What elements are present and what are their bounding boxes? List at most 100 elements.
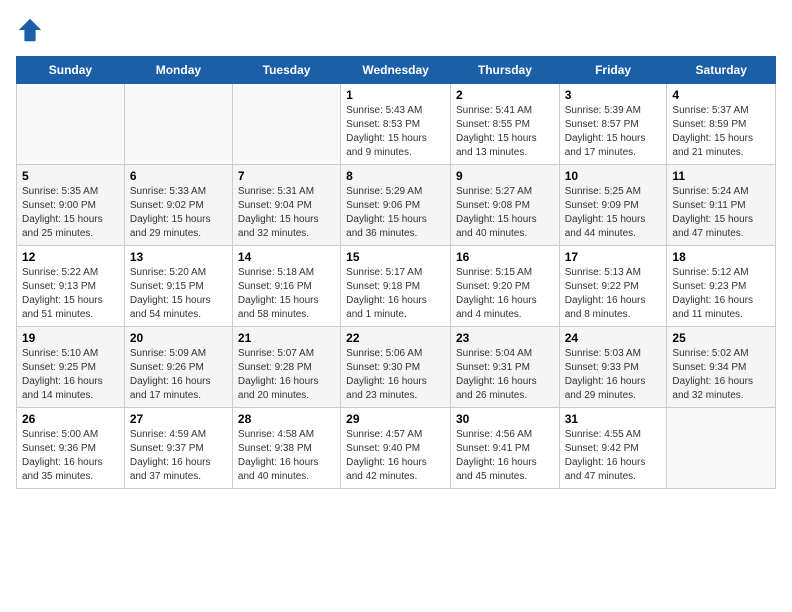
day-info: Sunrise: 5:04 AM Sunset: 9:31 PM Dayligh… — [456, 347, 554, 403]
calendar-cell: 4 Sunrise: 5:37 AM Sunset: 8:59 PM Daylig… — [667, 84, 776, 165]
day-number: 11 — [672, 169, 770, 183]
calendar-cell: 3 Sunrise: 5:39 AM Sunset: 8:57 PM Daylig… — [559, 84, 667, 165]
day-info: Sunrise: 5:09 AM Sunset: 9:26 PM Dayligh… — [130, 347, 227, 403]
day-number: 29 — [346, 412, 445, 426]
day-info: Sunrise: 5:18 AM Sunset: 9:16 PM Dayligh… — [238, 266, 335, 322]
day-number: 15 — [346, 250, 445, 264]
calendar-cell: 21Sunrise: 5:07 AM Sunset: 9:28 PM Dayli… — [232, 327, 340, 408]
day-number: 31 — [565, 412, 662, 426]
day-info: Sunrise: 5:00 AM Sunset: 9:36 PM Dayligh… — [22, 428, 119, 484]
week-row-2: 5Sunrise: 5:35 AM Sunset: 9:00 PM Daylig… — [17, 165, 776, 246]
day-info: Sunrise: 5:33 AM Sunset: 9:02 PM Dayligh… — [130, 185, 227, 241]
calendar-cell: 20 Sunrise: 5:09 AM Sunset: 9:26 PM Dayli… — [124, 327, 232, 408]
day-number: 24 — [565, 331, 662, 345]
header-day-friday: Friday — [559, 57, 667, 84]
day-info: Sunrise: 5:13 AM Sunset: 9:22 PM Dayligh… — [565, 266, 662, 322]
day-info: Sunrise: 5:15 AM Sunset: 9:20 PM Dayligh… — [456, 266, 554, 322]
calendar-cell: 15Sunrise: 5:17 AM Sunset: 9:18 PM Dayli… — [341, 246, 451, 327]
day-number: 22 — [346, 331, 445, 345]
day-info: Sunrise: 5:22 AM Sunset: 9:13 PM Dayligh… — [22, 266, 119, 322]
day-number: 13 — [130, 250, 227, 264]
calendar-cell: 26Sunrise: 5:00 AM Sunset: 9:36 PM Dayli… — [17, 408, 125, 489]
calendar-cell: 9 Sunrise: 5:27 AM Sunset: 9:08 PM Daylig… — [450, 165, 559, 246]
calendar-cell: 11 Sunrise: 5:24 AM Sunset: 9:11 PM Dayli… — [667, 165, 776, 246]
header-day-wednesday: Wednesday — [341, 57, 451, 84]
day-number: 20 — [130, 331, 227, 345]
calendar-cell: 18 Sunrise: 5:12 AM Sunset: 9:23 PM Dayli… — [667, 246, 776, 327]
header-day-monday: Monday — [124, 57, 232, 84]
day-info: Sunrise: 5:20 AM Sunset: 9:15 PM Dayligh… — [130, 266, 227, 322]
calendar-cell: 31 Sunrise: 4:55 AM Sunset: 9:42 PM Dayli… — [559, 408, 667, 489]
calendar-cell: 27 Sunrise: 4:59 AM Sunset: 9:37 PM Dayli… — [124, 408, 232, 489]
calendar-cell: 5Sunrise: 5:35 AM Sunset: 9:00 PM Daylig… — [17, 165, 125, 246]
calendar-cell: 10 Sunrise: 5:25 AM Sunset: 9:09 PM Dayli… — [559, 165, 667, 246]
calendar-cell — [17, 84, 125, 165]
day-number: 6 — [130, 169, 227, 183]
calendar-body: 1 Sunrise: 5:43 AM Sunset: 8:53 PM Daylig… — [17, 84, 776, 489]
day-number: 2 — [456, 88, 554, 102]
calendar-cell: 12Sunrise: 5:22 AM Sunset: 9:13 PM Dayli… — [17, 246, 125, 327]
day-number: 14 — [238, 250, 335, 264]
day-info: Sunrise: 5:10 AM Sunset: 9:25 PM Dayligh… — [22, 347, 119, 403]
day-info: Sunrise: 4:56 AM Sunset: 9:41 PM Dayligh… — [456, 428, 554, 484]
calendar-cell: 8 Sunrise: 5:29 AM Sunset: 9:06 PM Daylig… — [341, 165, 451, 246]
calendar-cell — [124, 84, 232, 165]
day-number: 8 — [346, 169, 445, 183]
day-info: Sunrise: 5:35 AM Sunset: 9:00 PM Dayligh… — [22, 185, 119, 241]
day-info: Sunrise: 5:06 AM Sunset: 9:30 PM Dayligh… — [346, 347, 445, 403]
day-number: 4 — [672, 88, 770, 102]
logo-icon — [16, 16, 44, 44]
header-day-saturday: Saturday — [667, 57, 776, 84]
day-info: Sunrise: 5:27 AM Sunset: 9:08 PM Dayligh… — [456, 185, 554, 241]
day-number: 18 — [672, 250, 770, 264]
calendar-cell: 24 Sunrise: 5:03 AM Sunset: 9:33 PM Dayli… — [559, 327, 667, 408]
logo — [16, 16, 48, 44]
day-number: 25 — [672, 331, 770, 345]
calendar-cell: 13 Sunrise: 5:20 AM Sunset: 9:15 PM Dayli… — [124, 246, 232, 327]
day-number: 9 — [456, 169, 554, 183]
day-number: 1 — [346, 88, 445, 102]
calendar-cell: 6 Sunrise: 5:33 AM Sunset: 9:02 PM Daylig… — [124, 165, 232, 246]
week-row-3: 12Sunrise: 5:22 AM Sunset: 9:13 PM Dayli… — [17, 246, 776, 327]
calendar-cell: 17 Sunrise: 5:13 AM Sunset: 9:22 PM Dayli… — [559, 246, 667, 327]
day-info: Sunrise: 5:39 AM Sunset: 8:57 PM Dayligh… — [565, 104, 662, 160]
day-info: Sunrise: 5:25 AM Sunset: 9:09 PM Dayligh… — [565, 185, 662, 241]
day-info: Sunrise: 5:41 AM Sunset: 8:55 PM Dayligh… — [456, 104, 554, 160]
calendar-cell: 1 Sunrise: 5:43 AM Sunset: 8:53 PM Daylig… — [341, 84, 451, 165]
day-info: Sunrise: 5:31 AM Sunset: 9:04 PM Dayligh… — [238, 185, 335, 241]
day-info: Sunrise: 4:57 AM Sunset: 9:40 PM Dayligh… — [346, 428, 445, 484]
calendar-header: SundayMondayTuesdayWednesdayThursdayFrid… — [17, 57, 776, 84]
day-info: Sunrise: 5:02 AM Sunset: 9:34 PM Dayligh… — [672, 347, 770, 403]
day-info: Sunrise: 5:12 AM Sunset: 9:23 PM Dayligh… — [672, 266, 770, 322]
calendar-cell: 22 Sunrise: 5:06 AM Sunset: 9:30 PM Dayli… — [341, 327, 451, 408]
day-number: 10 — [565, 169, 662, 183]
week-row-1: 1 Sunrise: 5:43 AM Sunset: 8:53 PM Daylig… — [17, 84, 776, 165]
calendar-cell — [232, 84, 340, 165]
header-day-thursday: Thursday — [450, 57, 559, 84]
calendar-cell: 28Sunrise: 4:58 AM Sunset: 9:38 PM Dayli… — [232, 408, 340, 489]
header-day-sunday: Sunday — [17, 57, 125, 84]
day-number: 23 — [456, 331, 554, 345]
day-number: 17 — [565, 250, 662, 264]
day-info: Sunrise: 4:55 AM Sunset: 9:42 PM Dayligh… — [565, 428, 662, 484]
calendar-cell: 29 Sunrise: 4:57 AM Sunset: 9:40 PM Dayli… — [341, 408, 451, 489]
day-info: Sunrise: 5:43 AM Sunset: 8:53 PM Dayligh… — [346, 104, 445, 160]
day-number: 3 — [565, 88, 662, 102]
day-info: Sunrise: 5:29 AM Sunset: 9:06 PM Dayligh… — [346, 185, 445, 241]
calendar-cell: 23 Sunrise: 5:04 AM Sunset: 9:31 PM Dayli… — [450, 327, 559, 408]
day-info: Sunrise: 5:24 AM Sunset: 9:11 PM Dayligh… — [672, 185, 770, 241]
day-info: Sunrise: 5:03 AM Sunset: 9:33 PM Dayligh… — [565, 347, 662, 403]
day-info: Sunrise: 5:07 AM Sunset: 9:28 PM Dayligh… — [238, 347, 335, 403]
week-row-5: 26Sunrise: 5:00 AM Sunset: 9:36 PM Dayli… — [17, 408, 776, 489]
calendar-cell: 2 Sunrise: 5:41 AM Sunset: 8:55 PM Daylig… — [450, 84, 559, 165]
day-number: 28 — [238, 412, 335, 426]
header-row: SundayMondayTuesdayWednesdayThursdayFrid… — [17, 57, 776, 84]
calendar-cell: 16Sunrise: 5:15 AM Sunset: 9:20 PM Dayli… — [450, 246, 559, 327]
day-number: 27 — [130, 412, 227, 426]
calendar-cell: 7Sunrise: 5:31 AM Sunset: 9:04 PM Daylig… — [232, 165, 340, 246]
calendar-cell: 19 Sunrise: 5:10 AM Sunset: 9:25 PM Dayli… — [17, 327, 125, 408]
day-info: Sunrise: 5:37 AM Sunset: 8:59 PM Dayligh… — [672, 104, 770, 160]
calendar-cell: 25 Sunrise: 5:02 AM Sunset: 9:34 PM Dayli… — [667, 327, 776, 408]
day-info: Sunrise: 4:59 AM Sunset: 9:37 PM Dayligh… — [130, 428, 227, 484]
day-number: 19 — [22, 331, 119, 345]
